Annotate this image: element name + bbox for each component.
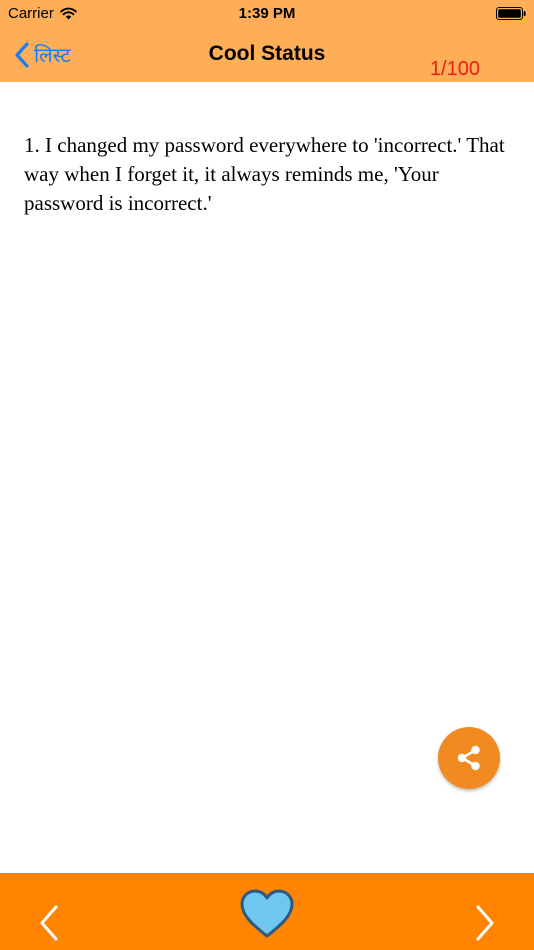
- navigation-bar: लिस्ट Cool Status 1/100: [0, 28, 534, 82]
- status-text: 1. I changed my password everywhere to '…: [24, 133, 505, 215]
- share-button[interactable]: [438, 727, 500, 789]
- chevron-left-icon: [40, 905, 58, 941]
- favorite-button[interactable]: [240, 889, 294, 941]
- status-bar: Carrier 1:39 PM: [0, 0, 534, 28]
- top-bar: Carrier 1:39 PM लिस्ट Cool Status 1/100: [0, 0, 534, 82]
- status-time: 1:39 PM: [238, 5, 296, 22]
- share-icon: [457, 745, 480, 771]
- next-button[interactable]: [470, 903, 500, 943]
- status-counter: 1/100: [429, 58, 480, 80]
- previous-button[interactable]: [34, 903, 64, 943]
- heart-icon: [240, 889, 294, 938]
- chevron-right-icon: [476, 905, 494, 941]
- battery-icon: [496, 7, 526, 20]
- screen: Carrier 1:39 PM लिस्ट Cool Status 1/100 …: [0, 0, 534, 950]
- bottom-toolbar: [0, 873, 534, 950]
